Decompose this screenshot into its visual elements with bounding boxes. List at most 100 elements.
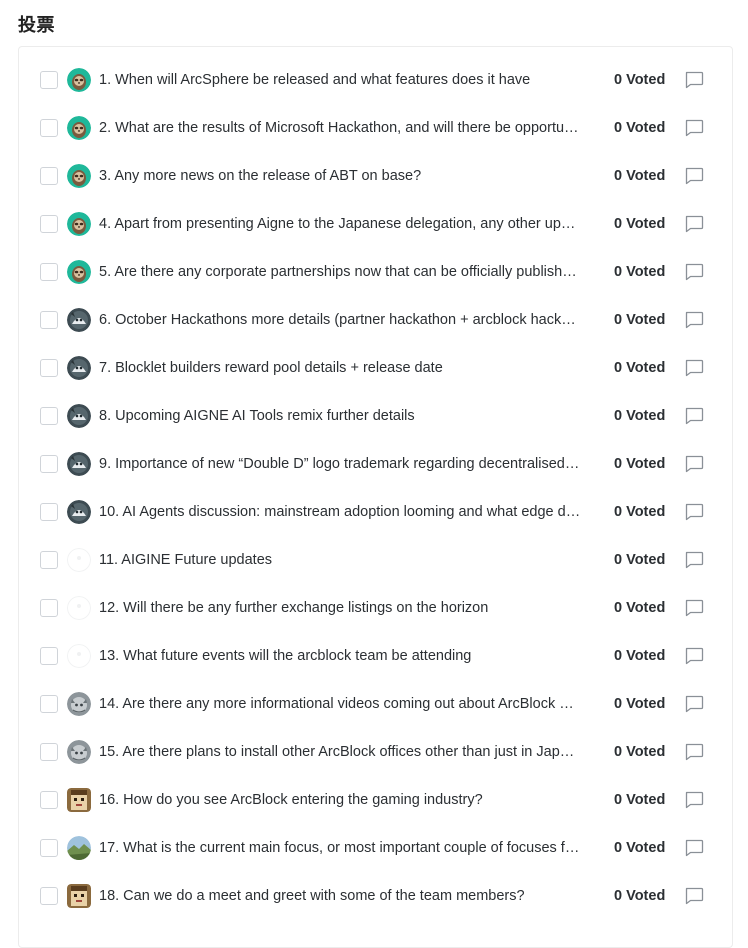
poll-row[interactable]: 13. What future events will the arcblock… [19,633,732,681]
vote-count: 0 Voted [614,648,666,664]
vote-count: 0 Voted [614,72,666,88]
comment-icon[interactable] [684,743,704,761]
author-avatar [67,356,91,380]
author-avatar [67,836,91,860]
comment-icon[interactable] [684,311,704,329]
vote-count: 0 Voted [614,600,666,616]
comment-icon[interactable] [684,695,704,713]
poll-title[interactable]: 5. Are there any corporate partnerships … [99,263,581,281]
author-avatar [67,500,91,524]
comment-icon[interactable] [684,647,704,665]
comment-icon[interactable] [684,551,704,569]
comment-icon[interactable] [684,791,704,809]
poll-title[interactable]: 15. Are there plans to install other Arc… [99,743,581,761]
poll-checkbox[interactable] [40,839,58,857]
author-avatar [67,452,91,476]
poll-checkbox[interactable] [40,503,58,521]
poll-row[interactable]: 10. AI Agents discussion: mainstream ado… [19,489,732,537]
poll-title[interactable]: 3. Any more news on the release of ABT o… [99,167,581,185]
poll-checkbox[interactable] [40,407,58,425]
poll-row[interactable]: 6. October Hackathons more details (part… [19,297,732,345]
poll-row[interactable]: 16. How do you see ArcBlock entering the… [19,777,732,825]
poll-title[interactable]: 7. Blocklet builders reward pool details… [99,359,581,377]
poll-title[interactable]: 6. October Hackathons more details (part… [99,311,581,329]
vote-count: 0 Voted [614,792,666,808]
comment-icon[interactable] [684,263,704,281]
poll-title[interactable]: 4. Apart from presenting Aigne to the Ja… [99,215,581,233]
poll-row[interactable]: 8. Upcoming AIGNE AI Tools remix further… [19,393,732,441]
poll-row[interactable]: 9. Importance of new “Double D” logo tra… [19,441,732,489]
poll-checkbox[interactable] [40,743,58,761]
poll-title[interactable]: 2. What are the results of Microsoft Hac… [99,119,581,137]
comment-icon[interactable] [684,407,704,425]
poll-title[interactable]: 17. What is the current main focus, or m… [99,839,581,857]
poll-title[interactable]: 8. Upcoming AIGNE AI Tools remix further… [99,407,581,425]
vote-count: 0 Voted [614,408,666,424]
poll-row[interactable]: 14. Are there any more informational vid… [19,681,732,729]
poll-title[interactable]: 13. What future events will the arcblock… [99,647,581,665]
author-avatar [67,884,91,908]
comment-icon[interactable] [684,359,704,377]
comment-icon[interactable] [684,167,704,185]
poll-title[interactable]: 14. Are there any more informational vid… [99,695,581,713]
poll-checkbox[interactable] [40,791,58,809]
vote-count: 0 Voted [614,168,666,184]
poll-row[interactable]: 18. Can we do a meet and greet with some… [19,873,732,921]
vote-count: 0 Voted [614,312,666,328]
poll-checkbox[interactable] [40,263,58,281]
poll-checkbox[interactable] [40,599,58,617]
poll-row[interactable]: 4. Apart from presenting Aigne to the Ja… [19,201,732,249]
poll-row[interactable]: 7. Blocklet builders reward pool details… [19,345,732,393]
poll-checkbox[interactable] [40,647,58,665]
poll-title[interactable]: 18. Can we do a meet and greet with some… [99,887,581,905]
author-avatar [67,740,91,764]
poll-checkbox[interactable] [40,215,58,233]
poll-title[interactable]: 1. When will ArcSphere be released and w… [99,71,581,89]
poll-row[interactable]: 5. Are there any corporate partnerships … [19,249,732,297]
author-avatar [67,308,91,332]
comment-icon[interactable] [684,599,704,617]
comment-icon[interactable] [684,71,704,89]
vote-count: 0 Voted [614,696,666,712]
poll-checkbox[interactable] [40,551,58,569]
vote-count: 0 Voted [614,264,666,280]
comment-icon[interactable] [684,503,704,521]
poll-row[interactable]: 2. What are the results of Microsoft Hac… [19,105,732,153]
comment-icon[interactable] [684,887,704,905]
poll-checkbox[interactable] [40,167,58,185]
comment-icon[interactable] [684,119,704,137]
vote-count: 0 Voted [614,456,666,472]
poll-title[interactable]: 10. AI Agents discussion: mainstream ado… [99,503,581,521]
poll-checkbox[interactable] [40,887,58,905]
poll-row[interactable]: 1. When will ArcSphere be released and w… [19,57,732,105]
poll-row[interactable]: 12. Will there be any further exchange l… [19,585,732,633]
poll-checkbox[interactable] [40,695,58,713]
poll-title[interactable]: 9. Importance of new “Double D” logo tra… [99,455,581,473]
author-avatar [67,260,91,284]
poll-list: 1. When will ArcSphere be released and w… [19,57,732,921]
poll-row[interactable]: 17. What is the current main focus, or m… [19,825,732,873]
author-avatar [67,548,91,572]
author-avatar [67,596,91,620]
poll-row[interactable]: 11. AIGINE Future updates 0 Voted [19,537,732,585]
poll-checkbox[interactable] [40,311,58,329]
comment-icon[interactable] [684,455,704,473]
vote-count: 0 Voted [614,120,666,136]
poll-checkbox[interactable] [40,119,58,137]
comment-icon[interactable] [684,215,704,233]
comment-icon[interactable] [684,839,704,857]
poll-checkbox[interactable] [40,455,58,473]
vote-count: 0 Voted [614,744,666,760]
poll-title[interactable]: 12. Will there be any further exchange l… [99,599,581,617]
poll-checkbox[interactable] [40,359,58,377]
poll-checkbox[interactable] [40,71,58,89]
poll-title[interactable]: 11. AIGINE Future updates [99,551,581,569]
vote-count: 0 Voted [614,888,666,904]
author-avatar [67,212,91,236]
poll-title[interactable]: 16. How do you see ArcBlock entering the… [99,791,581,809]
poll-row[interactable]: 3. Any more news on the release of ABT o… [19,153,732,201]
vote-count: 0 Voted [614,552,666,568]
vote-count: 0 Voted [614,216,666,232]
poll-row[interactable]: 15. Are there plans to install other Arc… [19,729,732,777]
poll-list-card: 1. When will ArcSphere be released and w… [18,46,733,948]
